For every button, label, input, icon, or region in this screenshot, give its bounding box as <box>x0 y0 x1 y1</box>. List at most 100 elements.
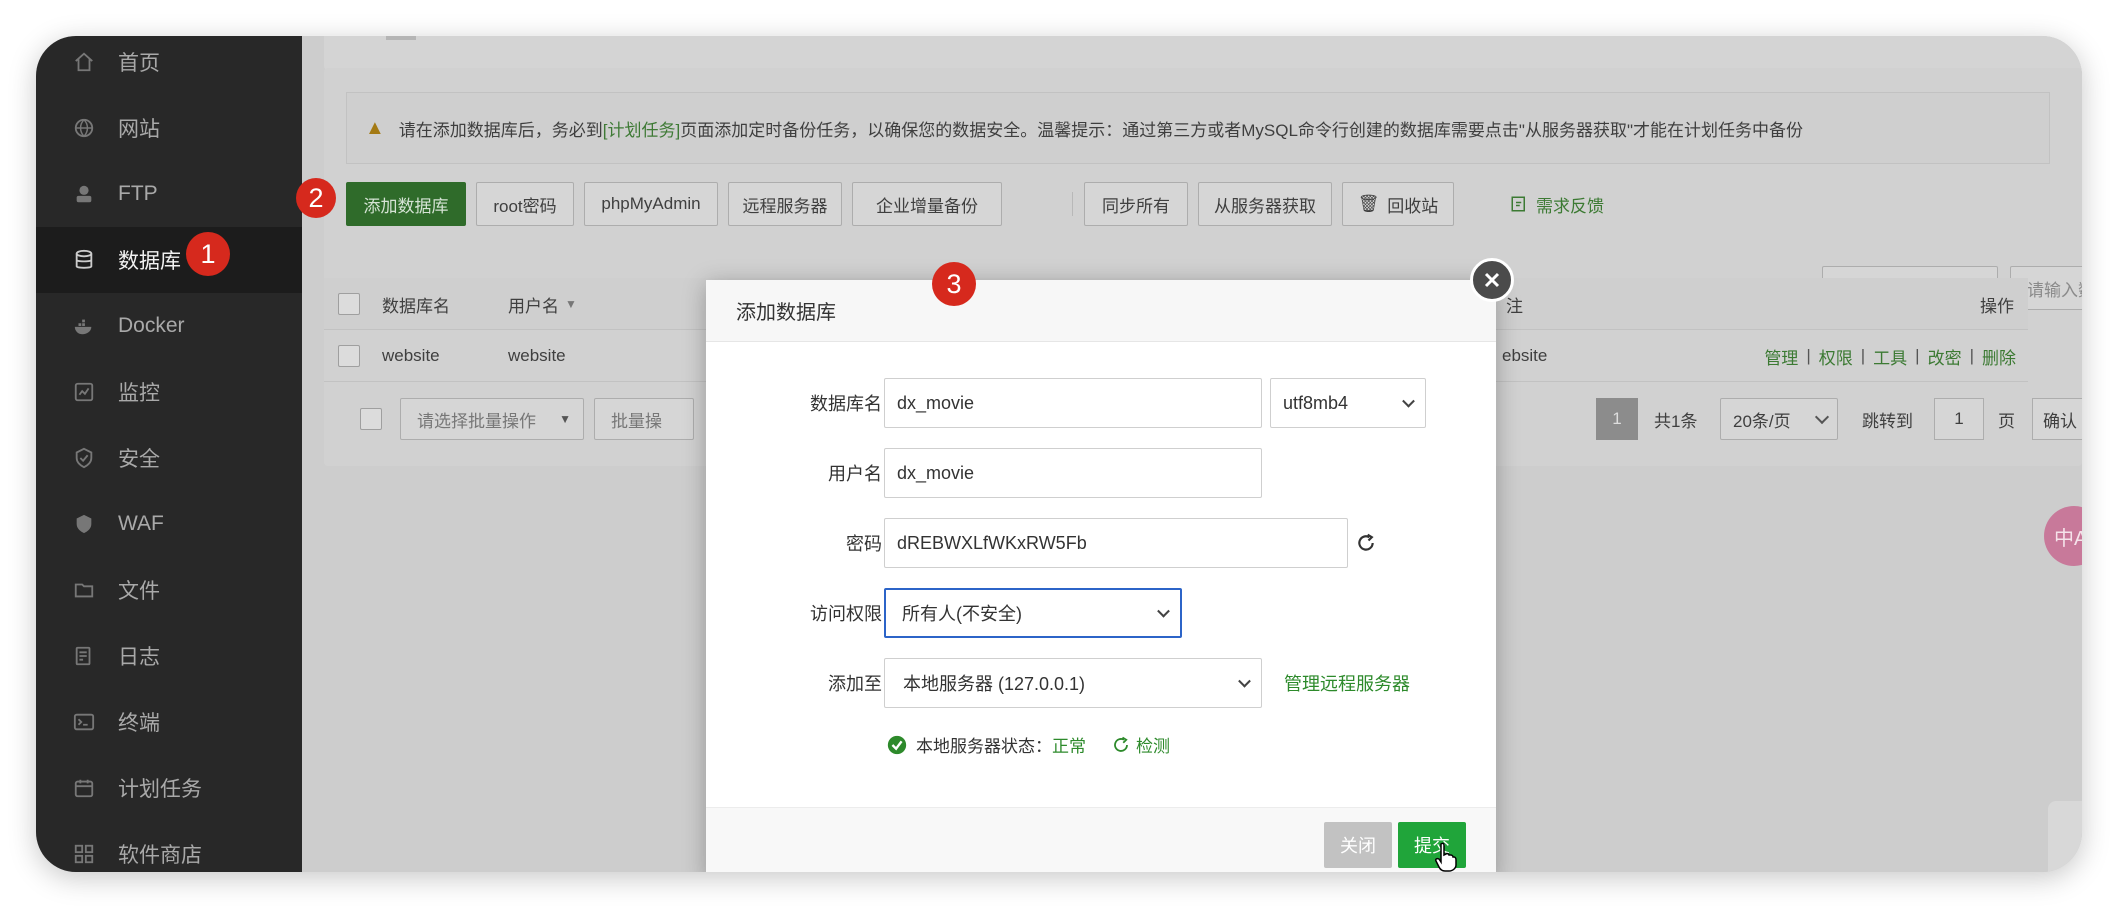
status-label: 本地服务器状态： <box>916 737 1052 756</box>
home-icon <box>72 50 96 74</box>
notice-text-after: 页面添加定时备份任务，以确保您的数据安全。温馨提示：通过第三方或者MySQL命令… <box>680 120 1803 140</box>
docker-icon <box>72 314 96 338</box>
sidebar-item-label: 计划任务 <box>118 778 202 801</box>
step-badge-3: 3 <box>932 262 976 306</box>
chevron-down-icon <box>1814 409 1830 425</box>
chevron-down-icon <box>1157 604 1170 618</box>
server-select[interactable]: 本地服务器 (127.0.0.1) <box>884 658 1262 708</box>
cron-task-link[interactable]: [计划任务] <box>603 116 680 141</box>
close-button[interactable]: 关闭 <box>1324 822 1392 868</box>
feedback-label: 需求反馈 <box>1536 196 1604 216</box>
page-current[interactable]: 1 <box>1596 398 1638 440</box>
search-placeholder: 请输入数据库名称/备注 <box>2027 280 2082 300</box>
remote-server-button[interactable]: 远程服务器 <box>728 182 842 226</box>
root-password-button[interactable]: root密码 <box>476 182 574 226</box>
recycle-bin-button[interactable]: 🗑 回收站 <box>1342 182 1454 226</box>
access-select[interactable]: 所有人(不安全) <box>884 588 1182 638</box>
sidebar-item-waf[interactable]: WAF <box>36 491 302 557</box>
col-ops: 操作 <box>1980 296 2014 316</box>
password-input[interactable]: dREBWXLfWKxRW5Fb <box>884 518 1348 568</box>
page-unit: 页 <box>1998 411 2015 431</box>
sidebar-item-label: 网站 <box>118 118 160 141</box>
sidebar-item-label: WAF <box>118 512 164 535</box>
per-page-value: 20条/页 <box>1733 411 1791 431</box>
bulk-checkbox[interactable] <box>360 408 382 430</box>
sidebar-item-website[interactable]: 网站 <box>36 95 302 161</box>
charset-select[interactable]: utf8mb4 <box>1270 378 1426 428</box>
delete-link[interactable]: 删除 <box>1982 344 2016 369</box>
tools-link[interactable]: 工具 <box>1873 344 1907 369</box>
phpmyadmin-button[interactable]: phpMyAdmin <box>584 182 718 226</box>
dialog-close-icon[interactable] <box>1470 258 1514 302</box>
log-icon <box>72 644 96 668</box>
password-label: 密码 <box>846 534 882 554</box>
globe-icon <box>72 116 96 140</box>
sidebar-item-label: 数据库 <box>118 250 181 273</box>
add-database-button[interactable]: 添加数据库 <box>346 182 466 226</box>
sidebar-item-label: 首页 <box>118 52 160 75</box>
db-name-label: 数据库名 <box>810 394 882 414</box>
check-label: 检测 <box>1136 737 1170 756</box>
language-float-button[interactable]: 中A <box>2044 506 2082 566</box>
sync-all-button[interactable]: 同步所有 <box>1084 182 1188 226</box>
sidebar-item-database[interactable]: 数据库 <box>36 227 302 293</box>
sidebar-item-ftp[interactable]: FTP <box>36 161 302 227</box>
server-status: 本地服务器状态： 正常 检测 <box>886 732 1170 757</box>
change-password-link[interactable]: 改密 <box>1928 344 1962 369</box>
page-total: 共1条 <box>1654 411 1698 431</box>
bulk-action-select[interactable]: 请选择批量操作 ▼ <box>400 398 584 440</box>
add-to-label: 添加至 <box>828 674 882 694</box>
fetch-from-server-button[interactable]: 从服务器获取 <box>1198 182 1332 226</box>
apps-icon <box>72 842 96 866</box>
per-page-select[interactable]: 20条/页 <box>1720 398 1838 440</box>
jump-page-input[interactable]: 1 <box>1934 398 1984 440</box>
side-float-widget[interactable] <box>2048 801 2082 872</box>
sidebar-item-security[interactable]: 安全 <box>36 425 302 491</box>
sidebar-item-files[interactable]: 文件 <box>36 557 302 623</box>
col-username-label: 用户名 <box>508 296 559 316</box>
row-actions: 管理 | 权限 | 工具 | 改密 | 删除 <box>1764 330 2016 382</box>
sidebar-item-monitor[interactable]: 监控 <box>36 359 302 425</box>
waf-shield-icon <box>72 512 96 536</box>
col-db-name[interactable]: 数据库名 <box>382 278 450 330</box>
bulk-execute-button[interactable]: 批量操 <box>594 398 694 440</box>
chevron-down-icon <box>1402 394 1415 408</box>
db-name-input[interactable]: dx_movie <box>884 378 1262 428</box>
col-username[interactable]: 用户名 ▼ <box>508 278 577 330</box>
sidebar-item-home[interactable]: 首页 <box>36 36 302 95</box>
jump-label: 跳转到 <box>1862 411 1913 431</box>
charset-value: utf8mb4 <box>1283 392 1349 413</box>
caret-down-icon: ▼ <box>559 412 571 426</box>
dialog-header: 添加数据库 <box>706 280 1496 342</box>
sidebar-item-label: 安全 <box>118 448 160 471</box>
row-username: website <box>508 346 566 365</box>
enterprise-backup-button[interactable]: 企业增量备份 <box>852 182 1002 226</box>
sidebar-item-label: 终端 <box>118 712 160 735</box>
manage-link[interactable]: 管理 <box>1764 344 1798 369</box>
bulk-placeholder: 请选择批量操作 <box>417 411 536 431</box>
terminal-icon <box>72 710 96 734</box>
username-input[interactable]: dx_movie <box>884 448 1262 498</box>
manage-remote-link[interactable]: 管理远程服务器 <box>1284 658 1410 708</box>
sidebar-item-terminal[interactable]: 终端 <box>36 689 302 755</box>
select-all-checkbox[interactable] <box>338 293 360 315</box>
sidebar-item-logs[interactable]: 日志 <box>36 623 302 689</box>
sidebar-item-label: 日志 <box>118 646 160 669</box>
cursor-hand-icon <box>1435 842 1457 872</box>
page-confirm-button[interactable]: 确认 <box>2032 398 2082 440</box>
feedback-link[interactable]: 需求反馈 <box>1510 182 1604 226</box>
trash-icon: 🗑 <box>1357 194 1380 213</box>
sidebar-item-docker[interactable]: Docker <box>36 293 302 359</box>
refresh-password-icon[interactable] <box>1356 533 1376 553</box>
check-circle-icon <box>887 735 907 754</box>
monitor-icon <box>72 380 96 404</box>
backup-notice: ▲ 请在添加数据库后，务必到 [计划任务] 页面添加定时备份任务，以确保您的数据… <box>346 92 2050 164</box>
sidebar: 首页 网站 FTP 数据库 Docker 监控 安全 WAF 文件 日志 终端 … <box>36 36 302 872</box>
row-checkbox[interactable] <box>338 345 360 367</box>
sidebar-item-cron[interactable]: 计划任务 <box>36 755 302 821</box>
permission-link[interactable]: 权限 <box>1819 344 1853 369</box>
notice-text-before: 请在添加数据库后，务必到 <box>398 120 603 140</box>
check-link[interactable]: 检测 <box>1112 732 1170 757</box>
sidebar-item-app-store[interactable]: 软件商店 <box>36 821 302 872</box>
add-database-dialog: 添加数据库 数据库名 dx_movie utf8mb4 用户名 dx_movie… <box>706 280 1496 872</box>
